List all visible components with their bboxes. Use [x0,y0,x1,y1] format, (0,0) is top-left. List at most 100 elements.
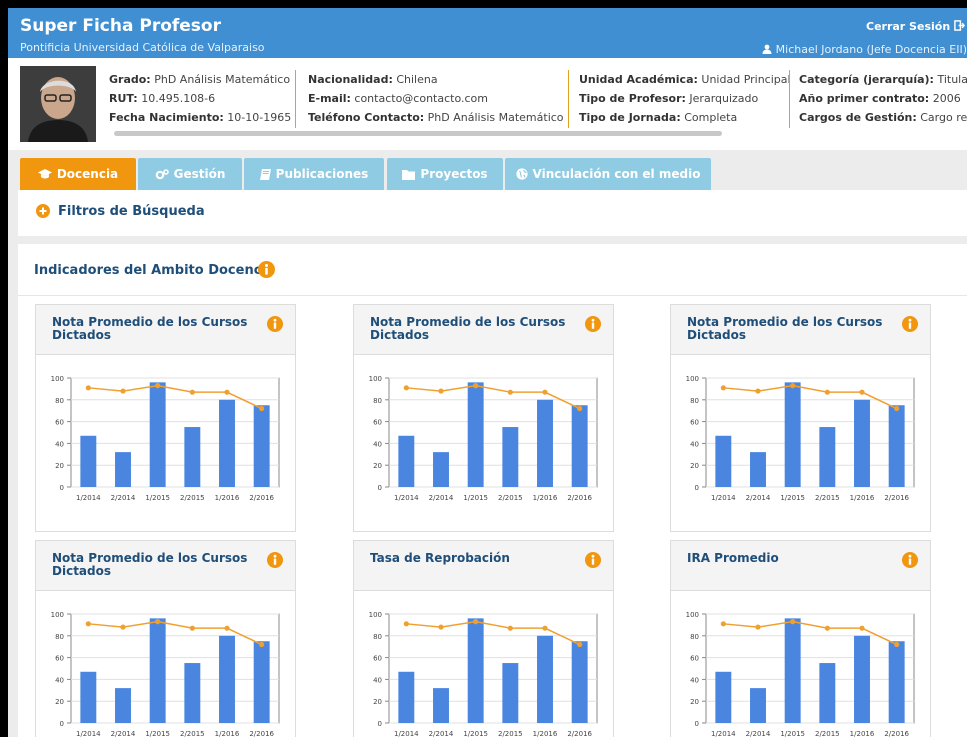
card-header: Nota Promedio de los Cursos Dictados [354,305,613,355]
info-icon[interactable] [267,316,283,332]
bar [219,635,235,723]
chart-svg: 0 20 40 60 80 100 1/2014 2/2014 1/2015 2/2015 1/20… [369,375,598,502]
x-tick-label: 2/2015 [180,730,205,737]
line-point [438,624,444,630]
info-icon[interactable] [902,552,918,568]
tab-publicaciones[interactable]: Publicaciones [244,158,384,190]
horizontal-scrollbar[interactable] [114,131,722,136]
x-tick-label: 2/2014 [111,730,136,737]
line-point [189,625,195,631]
x-tick-label: 1/2014 [394,730,419,737]
bar [571,641,588,723]
line-point [403,621,409,627]
telefono-value: PhD Análisis Matemático [427,111,564,124]
user-info[interactable]: Michael Jordano (Jefe Docencia EII) [762,43,967,56]
y-tick-label: 0 [60,720,64,728]
bar [537,635,553,723]
tab-bar: Docencia Gestión Publicaciones Proyectos… [8,158,967,190]
tab-vinculacion[interactable]: Vinculación con el medio [505,158,711,190]
line-point [859,625,865,631]
card-title: Nota Promedio de los Cursos Dictados [52,315,248,342]
x-tick-label: 1/2015 [780,494,805,502]
tab-label: Vinculación con el medio [532,167,701,181]
tab-proyectos[interactable]: Proyectos [387,158,503,190]
telefono-label: Teléfono Contacto: [308,111,425,124]
line-point [259,405,265,412]
bar [888,641,905,723]
grado-label: Grado: [109,73,151,86]
line-point [577,405,583,412]
y-tick-label: 100 [686,611,699,619]
x-tick-label: 2/2016 [249,494,274,502]
bar [115,452,131,487]
x-tick-label: 2/2014 [429,730,454,737]
x-tick-label: 1/2016 [215,730,240,737]
filters-title[interactable]: Filtros de Búsqueda [58,204,205,219]
line-point [824,625,830,631]
line-point [894,641,900,648]
x-tick-label: 1/2016 [850,730,875,737]
bar [819,427,836,487]
logout-label: Cerrar Sesión [866,20,951,33]
line-point [85,621,91,627]
y-tick-label: 0 [695,720,699,728]
y-tick-label: 20 [373,462,382,470]
filters-panel[interactable]: Filtros de Búsqueda [18,190,967,236]
indicator-card: Nota Promedio de los Cursos Dictados 0 20 4… [35,304,296,532]
chart-svg: 0 20 40 60 80 100 1/2014 2/2014 1/2015 2/2015 1/20… [686,611,915,737]
plus-circle-icon[interactable] [36,204,50,218]
y-tick-label: 20 [55,462,64,470]
bar [433,452,449,487]
tab-label: Gestión [173,167,226,181]
bar [715,435,732,487]
y-tick-label: 40 [373,440,382,448]
bar [784,618,801,723]
x-tick-label: 2/2014 [429,494,454,502]
bar [253,405,270,487]
bar [184,663,201,723]
chart-svg: 0 20 40 60 80 100 1/2014 2/2014 1/2015 2/2015 1/20… [369,611,598,737]
anio-contrato-value: 2006 [932,92,961,105]
line-point [755,388,761,394]
bar [502,663,519,723]
y-tick-label: 60 [55,419,64,427]
info-icon[interactable] [258,261,275,278]
bar [750,688,766,723]
y-tick-label: 80 [55,397,64,405]
line-point [859,389,865,395]
x-tick-label: 1/2014 [76,730,101,737]
line-point [224,389,230,395]
logout-button[interactable]: Cerrar Sesión [866,20,966,33]
globe-icon [515,168,528,180]
user-name: Michael Jordano (Jefe Docencia EII) [775,43,967,56]
bar [784,382,801,487]
tab-gestion[interactable]: Gestión [138,158,242,190]
line-point [790,383,796,389]
info-icon[interactable] [585,316,601,332]
y-tick-label: 80 [373,633,382,641]
info-icon[interactable] [267,552,283,568]
indicators-panel: Indicadores del Ambito Docencia Nota Pro… [18,244,967,737]
x-tick-label: 1/2015 [463,494,488,502]
line-point [507,389,513,395]
app-frame: Super Ficha Profesor Pontificia Universi… [8,8,967,737]
bar [854,399,870,487]
card-header: Tasa de Reprobación [354,541,613,591]
line-point [224,625,230,631]
bar [398,435,415,487]
y-tick-label: 0 [378,720,382,728]
plot-area [388,377,598,488]
x-tick-label: 2/2015 [498,494,523,502]
bar [819,663,836,723]
line-point [894,405,900,412]
categoria-label: Categoría (jerarquía): [799,73,934,86]
y-tick-label: 80 [690,633,699,641]
nacionalidad-label: Nacionalidad: [308,73,393,86]
chart-container: 0 20 40 60 80 100 1/2014 2/2014 1/2015 2/2015 1/20… [671,591,930,737]
info-icon[interactable] [902,316,918,332]
indicator-card: Tasa de Reprobación 0 20 40 60 80 100 1/2014 2/2… [353,540,614,737]
tab-docencia[interactable]: Docencia [20,158,136,190]
bar [184,427,201,487]
info-icon[interactable] [585,552,601,568]
user-icon [762,44,772,54]
